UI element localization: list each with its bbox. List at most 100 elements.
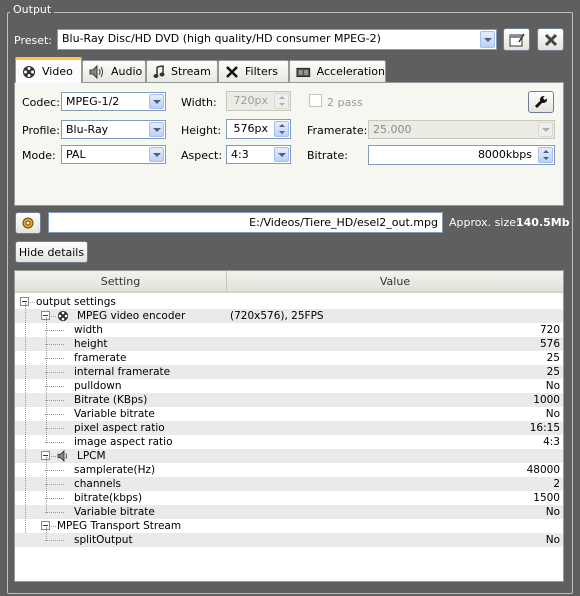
tree-row-value: No xyxy=(545,506,560,518)
tree-row-setting: output settings xyxy=(36,296,116,308)
tab-stream[interactable]: Stream xyxy=(146,60,218,82)
details-tree[interactable]: Setting Value output settings MPEG video … xyxy=(14,270,564,582)
tree-connector xyxy=(45,498,64,499)
film-reel-icon xyxy=(23,65,35,78)
column-header-value[interactable]: Value xyxy=(227,271,563,293)
tab-acceleration[interactable]: Acceleration xyxy=(289,60,386,82)
tree-row-value: 4:3 xyxy=(543,436,560,448)
two-pass-label: 2 pass xyxy=(327,96,363,109)
tree-row[interactable]: bitrate(kbps) 1500 xyxy=(15,491,563,505)
tree-row-setting: framerate xyxy=(74,352,127,364)
tree-row-setting: MPEG video encoder xyxy=(77,310,186,322)
spin-arrows-icon[interactable] xyxy=(274,121,289,137)
graphics-card-icon xyxy=(296,67,311,77)
tree-row-value: 1500 xyxy=(533,492,560,504)
mode-value: PAL xyxy=(66,148,86,161)
height-label: Height: xyxy=(181,124,222,137)
mode-dropdown[interactable]: PAL xyxy=(61,145,166,164)
tree-row[interactable]: samplerate(Hz) 48000 xyxy=(15,463,563,477)
tree-connector xyxy=(45,512,64,513)
codec-value: MPEG-1/2 xyxy=(66,95,120,108)
spin-arrows-icon[interactable] xyxy=(538,147,553,163)
tree-row[interactable]: image aspect ratio 4:3 xyxy=(15,435,563,449)
tree-row[interactable]: pixel aspect ratio 16:15 xyxy=(15,421,563,435)
tree-connector xyxy=(45,540,64,541)
tree-row-setting: image aspect ratio xyxy=(74,436,173,448)
tree-row[interactable]: LPCM xyxy=(15,449,563,463)
edit-preset-button[interactable] xyxy=(503,28,530,51)
tree-row[interactable]: splitOutput No xyxy=(15,533,563,547)
tree-row-value: No xyxy=(545,380,560,392)
tree-connector xyxy=(45,428,64,429)
tab-stream-label: Stream xyxy=(171,65,211,78)
music-note-icon xyxy=(153,64,165,78)
browse-output-button[interactable] xyxy=(15,212,41,234)
advanced-settings-button[interactable] xyxy=(528,91,554,113)
tree-row-setting: samplerate(Hz) xyxy=(74,464,156,476)
column-header-setting[interactable]: Setting xyxy=(15,271,227,293)
tree-row-value: No xyxy=(545,408,560,420)
tree-row[interactable]: channels 2 xyxy=(15,477,563,491)
tree-guide-line xyxy=(25,303,26,533)
chevron-down-icon[interactable] xyxy=(149,94,164,109)
tree-connector xyxy=(51,456,56,457)
height-spinbox[interactable]: 576px xyxy=(226,119,291,139)
output-path-field[interactable]: E:/Videos/Tiere_HD/esel2_out.mpg xyxy=(48,212,443,233)
tree-row-setting: height xyxy=(74,338,108,350)
tab-filters[interactable]: Filters xyxy=(218,60,289,82)
spin-arrows-icon[interactable] xyxy=(274,93,289,109)
tab-video[interactable]: Video xyxy=(15,57,82,83)
chevron-down-icon[interactable] xyxy=(149,147,164,162)
tree-row[interactable]: width 720 xyxy=(15,323,563,337)
tree-row[interactable]: Variable bitrate No xyxy=(15,407,563,421)
close-button[interactable] xyxy=(537,28,564,51)
tree-row[interactable]: height 576 xyxy=(15,337,563,351)
tree-row-setting: Variable bitrate xyxy=(74,506,155,518)
tree-row[interactable]: internal framerate 25 xyxy=(15,365,563,379)
tree-row-setting: bitrate(kbps) xyxy=(74,492,143,504)
bitrate-label: Bitrate: xyxy=(307,149,348,162)
tree-row-value: 576 xyxy=(539,338,560,350)
tree-connector xyxy=(45,330,64,331)
tree-row[interactable]: MPEG video encoder (720x576), 25FPS xyxy=(15,309,563,323)
preset-dropdown[interactable]: Blu-Ray Disc/HD DVD (high quality/HD con… xyxy=(57,29,497,50)
tree-guide-line xyxy=(46,527,47,541)
tree-row-value: 720 xyxy=(539,324,560,336)
tree-row-value: 48000 xyxy=(526,464,560,476)
output-group-title: Output xyxy=(10,3,55,16)
chevron-down-icon[interactable] xyxy=(274,147,289,162)
tab-filters-label: Filters xyxy=(245,65,278,78)
width-value: 720px xyxy=(233,94,269,107)
tree-row-setting: channels xyxy=(74,478,122,490)
bitrate-value: 8000kbps xyxy=(477,148,532,161)
two-pass-checkbox[interactable] xyxy=(309,94,322,107)
wrench-icon xyxy=(534,96,547,109)
profile-dropdown[interactable]: Blu-Ray xyxy=(61,120,166,139)
tree-guide-line xyxy=(46,457,47,513)
tree-row[interactable]: Variable bitrate No xyxy=(15,505,563,519)
tree-row[interactable]: framerate 25 xyxy=(15,351,563,365)
tree-connector xyxy=(45,386,64,387)
tree-row-value: 16:15 xyxy=(529,422,560,434)
tree-row-setting: internal framerate xyxy=(74,366,171,378)
tree-row[interactable]: pulldown No xyxy=(15,379,563,393)
tree-row[interactable]: Bitrate (KBps) 1000 xyxy=(15,393,563,407)
chevron-down-icon[interactable] xyxy=(480,31,495,48)
tree-connector xyxy=(45,414,64,415)
width-spinbox[interactable]: 720px xyxy=(226,91,291,111)
bitrate-spinbox[interactable]: 8000kbps xyxy=(368,145,555,165)
aspect-dropdown[interactable]: 4:3 xyxy=(226,145,291,164)
codec-label: Codec: xyxy=(22,96,60,109)
tree-connector xyxy=(45,372,64,373)
tree-row[interactable]: output settings xyxy=(15,295,563,309)
framerate-dropdown[interactable]: 25.000 xyxy=(368,120,555,139)
codec-dropdown[interactable]: MPEG-1/2 xyxy=(61,92,166,111)
chevron-down-icon[interactable] xyxy=(538,122,553,137)
tree-row[interactable]: MPEG Transport Stream xyxy=(15,519,563,533)
hide-details-button[interactable]: Hide details xyxy=(15,241,88,263)
tree-connector xyxy=(51,526,56,527)
output-path-value: E:/Videos/Tiere_HD/esel2_out.mpg xyxy=(249,216,438,229)
tab-audio[interactable]: Audio xyxy=(82,60,146,82)
chevron-down-icon[interactable] xyxy=(149,122,164,137)
width-label: Width: xyxy=(181,96,217,109)
